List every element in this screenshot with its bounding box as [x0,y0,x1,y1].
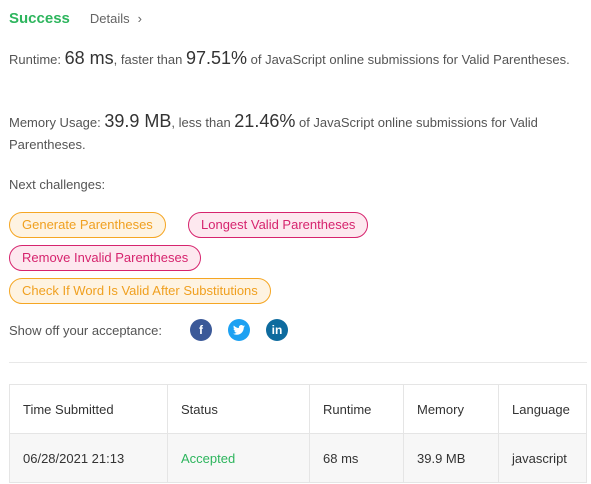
column-header-runtime: Runtime [309,384,404,434]
chevron-right-icon: › [137,10,142,26]
submissions-table: Time Submitted Status Runtime Memory Lan… [9,384,587,483]
runtime-value: 68 ms [64,48,114,68]
column-header-language: Language [498,384,587,434]
column-header-memory: Memory [403,384,499,434]
share-label: Show off your acceptance: [9,322,162,338]
runtime-label: Runtime: [9,52,65,67]
details-label: Details [89,10,130,26]
result-header: Success Details › [9,8,142,28]
memory-value: 39.9 MB [104,111,172,131]
linkedin-icon[interactable]: in [265,319,288,341]
cell-runtime: 68 ms [309,433,404,483]
cell-language: javascript [498,433,587,483]
table-row: 06/28/2021 21:13 Accepted 68 ms 39.9 MB … [9,433,587,483]
cell-memory: 39.9 MB [403,433,499,483]
column-header-status: Status [167,384,310,434]
table-header-row: Time Submitted Status Runtime Memory Lan… [9,384,587,434]
challenge-tag-longest-valid-parentheses[interactable]: Longest Valid Parentheses [188,212,369,238]
memory-percent: 21.46% [234,111,296,131]
memory-stat: Memory Usage: 39.9 MB, less than 21.46% … [9,110,579,156]
column-header-time-submitted: Time Submitted [9,384,168,434]
challenge-tag-generate-parentheses[interactable]: Generate Parentheses [9,212,166,238]
divider [9,362,587,363]
memory-label: Memory Usage: [9,115,105,130]
runtime-percent: 97.51% [185,48,247,68]
twitter-icon[interactable] [227,319,250,341]
details-link[interactable]: Details › [90,11,142,26]
runtime-suffix: of JavaScript online submissions for Val… [247,52,570,67]
runtime-mid-text: , faster than [113,52,186,67]
twitter-bird-glyph [232,325,245,335]
next-challenges-label: Next challenges: [9,177,106,192]
cell-time-submitted: 06/28/2021 21:13 [9,433,168,483]
challenge-tag-remove-invalid-parentheses[interactable]: Remove Invalid Parentheses [9,245,202,271]
share-row: Show off your acceptance: f in [9,319,288,341]
runtime-stat: Runtime: 68 ms, faster than 97.51% of Ja… [9,47,579,71]
facebook-icon[interactable]: f [189,319,212,341]
status-title: Success [9,9,70,27]
memory-mid-text: , less than [171,115,235,130]
challenge-tag-check-word-valid[interactable]: Check If Word Is Valid After Substitutio… [9,278,271,304]
cell-status-link[interactable]: Accepted [167,433,310,483]
